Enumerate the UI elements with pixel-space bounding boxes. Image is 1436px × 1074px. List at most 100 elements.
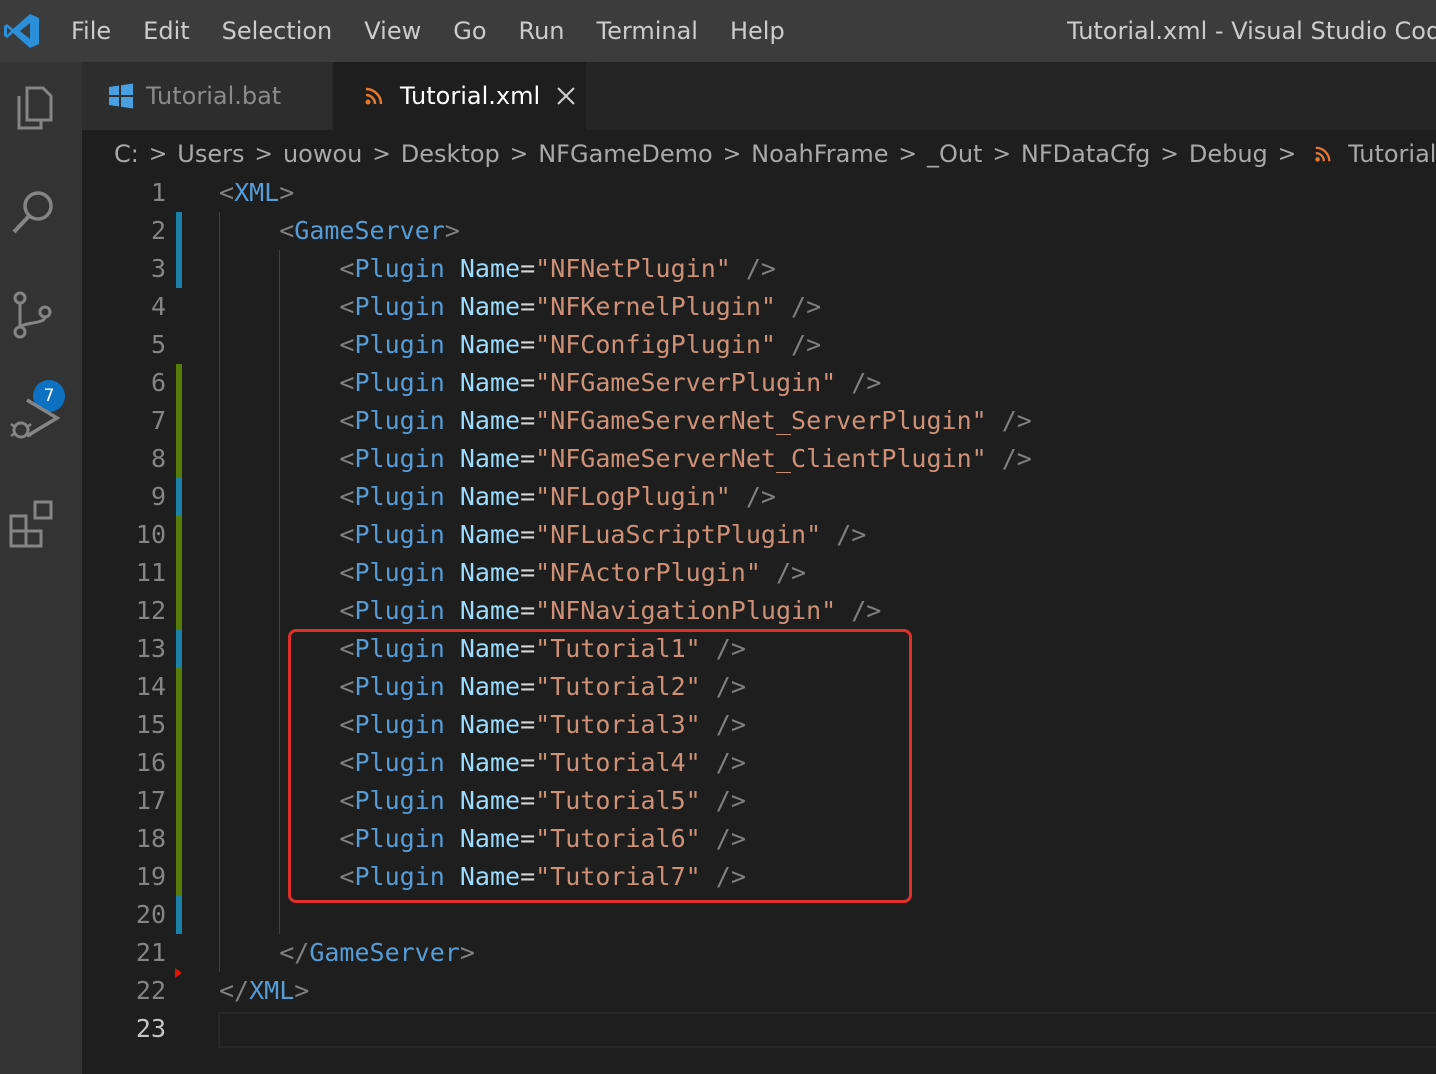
source-control-icon[interactable] xyxy=(5,286,63,344)
breadcrumb-item[interactable]: _Out xyxy=(927,140,983,168)
code-editor[interactable]: 1 <XML> 2 <GameServer> 3 <Plugin Name="NFNe… xyxy=(82,178,1436,1074)
git-added-marker[interactable] xyxy=(176,516,182,554)
chevron-right-icon: > xyxy=(898,141,917,167)
chevron-right-icon: > xyxy=(254,141,273,167)
code-token: "NFKernelPlugin" xyxy=(535,292,776,321)
code-text: <Plugin Name="NFActorPlugin" /> xyxy=(219,554,806,592)
line-number: 13 xyxy=(135,634,166,663)
code-token: < xyxy=(339,596,355,625)
git-modified-marker[interactable] xyxy=(176,630,182,668)
menu-view[interactable]: View xyxy=(348,0,437,62)
rss-xml-icon xyxy=(365,87,383,105)
code-token: < xyxy=(339,558,355,587)
breadcrumb-item[interactable]: Users xyxy=(177,140,244,168)
code-text: <Plugin Name="NFGameServerPlugin" /> xyxy=(219,364,881,402)
menu-selection[interactable]: Selection xyxy=(206,0,349,62)
run-debug-icon[interactable] xyxy=(5,390,63,448)
git-added-marker[interactable] xyxy=(176,668,182,706)
code-token: Name xyxy=(459,292,521,321)
git-added-marker[interactable] xyxy=(176,858,182,896)
code-line[interactable]: 2 <GameServer> xyxy=(82,212,1436,250)
menu-go[interactable]: Go xyxy=(437,0,502,62)
vscode-logo-icon[interactable] xyxy=(3,12,41,50)
breadcrumb-item[interactable]: NFGameDemo xyxy=(538,140,713,168)
code-line[interactable]: 8 <Plugin Name="NFGameServerNet_ClientPl… xyxy=(82,440,1436,478)
close-icon[interactable] xyxy=(556,86,576,106)
menu-file[interactable]: File xyxy=(55,0,127,62)
explorer-icon[interactable] xyxy=(5,78,63,136)
git-added-marker[interactable] xyxy=(176,554,182,592)
code-token: "NFNetPlugin" xyxy=(535,254,731,283)
code-token: Plugin xyxy=(354,482,445,511)
code-token: </ xyxy=(279,938,310,967)
breadcrumb-item[interactable]: Tutorial.xml xyxy=(1348,140,1436,168)
code-line[interactable]: 5 <Plugin Name="NFConfigPlugin" /> xyxy=(82,326,1436,364)
git-modified-marker[interactable] xyxy=(176,212,182,250)
code-token: "NFLogPlugin" xyxy=(535,482,731,511)
git-modified-marker[interactable] xyxy=(176,250,182,288)
git-added-marker[interactable] xyxy=(176,706,182,744)
tab-tutorial-bat[interactable]: Tutorial.bat xyxy=(82,62,332,130)
code-token: = xyxy=(520,254,536,283)
git-added-marker[interactable] xyxy=(176,440,182,478)
breadcrumb-item[interactable]: NoahFrame xyxy=(751,140,888,168)
line-number: 15 xyxy=(135,710,166,739)
code-line[interactable]: 4 <Plugin Name="NFKernelPlugin" /> xyxy=(82,288,1436,326)
git-added-marker[interactable] xyxy=(176,820,182,858)
breadcrumb-item[interactable]: Debug xyxy=(1189,140,1268,168)
git-added-marker[interactable] xyxy=(176,782,182,820)
breadcrumb-item[interactable]: NFDataCfg xyxy=(1021,140,1151,168)
code-token: /> xyxy=(851,368,882,397)
menu-help[interactable]: Help xyxy=(714,0,801,62)
code-line[interactable]: 1 <XML> xyxy=(82,174,1436,212)
tab-tutorial-xml[interactable]: Tutorial.xml xyxy=(334,62,586,130)
code-line[interactable]: 6 <Plugin Name="NFGameServerPlugin" /> xyxy=(82,364,1436,402)
code-token: Name xyxy=(459,368,521,397)
code-line[interactable]: 9 <Plugin Name="NFLogPlugin" /> xyxy=(82,478,1436,516)
code-token: = xyxy=(520,368,536,397)
code-line[interactable]: 7 <Plugin Name="NFGameServerNet_ServerPl… xyxy=(82,402,1436,440)
menu-terminal[interactable]: Terminal xyxy=(581,0,714,62)
code-line[interactable]: 3 <Plugin Name="NFNetPlugin" /> xyxy=(82,250,1436,288)
line-number: 20 xyxy=(135,900,166,929)
breadcrumb-item[interactable]: Desktop xyxy=(401,140,500,168)
line-number: 7 xyxy=(150,406,166,435)
tab-bar: Tutorial.bat Tutorial.xml xyxy=(82,62,1436,130)
line-number: 11 xyxy=(135,558,166,587)
code-token: Name xyxy=(459,482,521,511)
code-token: Plugin xyxy=(354,368,445,397)
code-line[interactable]: 22 </XML> xyxy=(82,972,1436,1010)
git-added-marker[interactable] xyxy=(176,402,182,440)
git-added-marker[interactable] xyxy=(176,364,182,402)
code-line[interactable]: 21 </GameServer> xyxy=(82,934,1436,972)
code-token: > xyxy=(444,216,460,245)
code-token: "NFConfigPlugin" xyxy=(535,330,776,359)
line-number: 6 xyxy=(150,368,166,397)
code-token: > xyxy=(294,976,310,1005)
breadcrumb-item[interactable]: uowou xyxy=(283,140,362,168)
code-line[interactable]: 11 <Plugin Name="NFActorPlugin" /> xyxy=(82,554,1436,592)
menu-bar: File Edit Selection View Go Run Terminal… xyxy=(55,0,801,62)
git-added-marker[interactable] xyxy=(176,592,182,630)
git-modified-marker[interactable] xyxy=(176,896,182,934)
tab-label: Tutorial.xml xyxy=(400,82,541,110)
breadcrumb-item[interactable]: C: xyxy=(114,140,139,168)
code-line[interactable]: 10 <Plugin Name="NFLuaScriptPlugin" /> xyxy=(82,516,1436,554)
git-modified-marker[interactable] xyxy=(176,478,182,516)
line-number: 8 xyxy=(150,444,166,473)
menu-run[interactable]: Run xyxy=(503,0,581,62)
git-added-marker[interactable] xyxy=(176,744,182,782)
code-token: "NFGameServerNet_ClientPlugin" xyxy=(535,444,987,473)
search-icon[interactable] xyxy=(5,182,63,240)
menu-edit[interactable]: Edit xyxy=(127,0,205,62)
line-number: 3 xyxy=(150,254,166,283)
extensions-icon[interactable] xyxy=(5,494,63,552)
code-line[interactable]: 12 <Plugin Name="NFNavigationPlugin" /> xyxy=(82,592,1436,630)
